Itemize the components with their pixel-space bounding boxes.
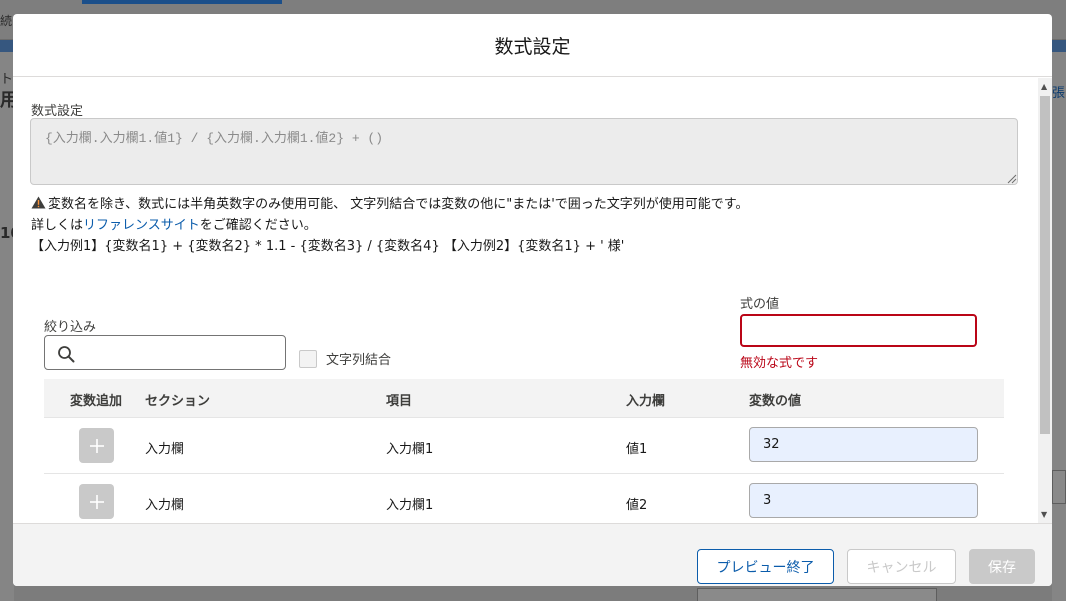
formula-textarea[interactable]: {入力欄.入力欄1.値1} / {入力欄.入力欄1.値2} + () (30, 118, 1018, 185)
notice-line-1-text: 変数名を除き、数式には半角英数字のみ使用可能、 文字列結合では変数の他に"または… (48, 197, 749, 212)
column-header-item: 項目 (386, 394, 413, 409)
plus-icon (89, 494, 104, 509)
modal-footer: プレビュー終了 キャンセル 保存 (13, 523, 1052, 586)
variables-table: 変数追加 セクション 項目 入力欄 変数の値 入力欄 入力欄1 値1 32 入力… (44, 379, 1004, 523)
cell-input-field: 値1 (626, 442, 648, 457)
table-header: 変数追加 セクション 項目 入力欄 変数の値 (44, 379, 1004, 418)
formula-notice: 変数名を除き、数式には半角英数字のみ使用可能、 文字列結合では変数の他に"または… (31, 194, 748, 257)
add-variable-button[interactable] (79, 428, 114, 463)
column-header-section: セクション (145, 394, 211, 409)
search-icon (58, 346, 75, 363)
table-row: 入力欄 入力欄1 値1 32 (44, 418, 1004, 474)
plus-icon (89, 438, 104, 453)
variable-value-input[interactable]: 3 (749, 483, 978, 518)
modal-body: 数式設定 {入力欄.入力欄1.値1} / {入力欄.入力欄1.値2} + () … (13, 78, 1052, 523)
string-concat-option[interactable]: 文字列結合 (299, 349, 391, 368)
background-right-panel (1052, 52, 1066, 601)
expression-value-label: 式の値 (740, 297, 780, 312)
modal-scrollbar[interactable]: ▲ ▼ (1038, 78, 1052, 523)
cell-item: 入力欄1 (386, 442, 434, 457)
filter-search-input[interactable] (44, 335, 286, 370)
formula-label: 数式設定 (31, 104, 84, 119)
background-panel-box (697, 588, 937, 601)
column-header-input-field: 入力欄 (626, 394, 666, 409)
background-panel-box (1052, 470, 1066, 504)
notice-line-2-prefix: 詳しくは (31, 218, 84, 233)
string-concat-checkbox[interactable] (299, 349, 317, 368)
scroll-down-icon[interactable]: ▼ (1041, 510, 1047, 519)
background-left-panel (0, 52, 14, 601)
expression-value-input[interactable] (740, 314, 977, 347)
modal-title: 数式設定 (494, 35, 571, 58)
save-button[interactable]: 保存 (969, 549, 1035, 584)
reference-site-link[interactable]: リファレンスサイト (83, 218, 200, 233)
notice-line-3: 【入力例1】{変数名1} + {変数名2} * 1.1 - {変数名3} / {… (31, 239, 625, 254)
column-header-add: 変数追加 (70, 394, 123, 409)
filter-label: 絞り込み (44, 320, 97, 335)
background-text-fragment: 張 (1052, 86, 1066, 101)
resize-grip-icon[interactable] (1007, 174, 1017, 184)
notice-line-2-suffix: をご確認ください。 (199, 218, 317, 233)
end-preview-button[interactable]: プレビュー終了 (697, 549, 834, 584)
expression-error-message: 無効な式です (740, 356, 819, 371)
scroll-up-icon[interactable]: ▲ (1041, 82, 1047, 91)
modal-header: 数式設定 (13, 14, 1052, 77)
cell-item: 入力欄1 (386, 498, 434, 513)
formula-settings-modal: 数式設定 数式設定 {入力欄.入力欄1.値1} / {入力欄.入力欄1.値2} … (13, 14, 1052, 586)
variable-value-input[interactable]: 32 (749, 427, 978, 462)
cell-section: 入力欄 (145, 442, 185, 457)
background-text-fragment: 続 (0, 14, 13, 28)
notice-line-1: 変数名を除き、数式には半角英数字のみ使用可能、 文字列結合では変数の他に"または… (31, 194, 748, 215)
table-row: 入力欄 入力欄1 値2 3 (44, 474, 1004, 523)
background-text-fragment: ト (0, 72, 14, 87)
background-active-tab-indicator (82, 0, 282, 4)
notice-line-2: 詳しくはリファレンスサイトをご確認ください。 (31, 215, 748, 236)
scrollbar-thumb[interactable] (1040, 96, 1050, 434)
warning-icon (31, 196, 46, 209)
add-variable-button[interactable] (79, 484, 114, 519)
string-concat-label: 文字列結合 (326, 353, 392, 368)
cell-input-field: 値2 (626, 498, 648, 513)
cancel-button[interactable]: キャンセル (847, 549, 956, 584)
cell-section: 入力欄 (145, 498, 185, 513)
column-header-variable-value: 変数の値 (749, 394, 802, 409)
